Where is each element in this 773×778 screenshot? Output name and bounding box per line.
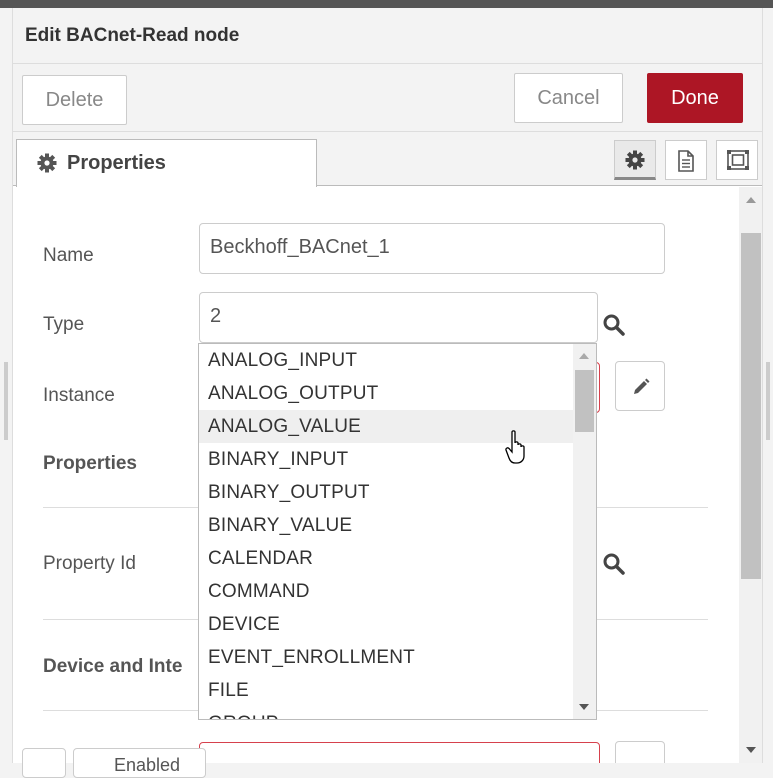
name-label: Name	[43, 245, 94, 266]
option-event-enrollment[interactable]: EVENT_ENROLLMENT	[199, 641, 573, 674]
scroll-thumb[interactable]	[741, 233, 761, 579]
panel-scrollbar[interactable]	[739, 187, 762, 763]
device-input[interactable]	[199, 742, 600, 763]
tab-bar: Properties	[13, 132, 762, 187]
option-command[interactable]: COMMAND	[199, 575, 573, 608]
type-input[interactable]: 2	[199, 292, 598, 343]
type-dropdown[interactable]: ANALOG_INPUT ANALOG_OUTPUT ANALOG_VALUE …	[198, 343, 597, 720]
scroll-down-arrow[interactable]	[746, 747, 756, 753]
option-analog-output[interactable]: ANALOG_OUTPUT	[199, 377, 573, 410]
tab-properties-label: Properties	[67, 152, 166, 174]
property-id-label: Property Id	[43, 553, 136, 574]
search-icon[interactable]	[603, 553, 625, 575]
gear-icon	[37, 153, 57, 173]
tray-header: Edit BACnet-Read node	[13, 8, 762, 64]
done-button[interactable]: Done	[647, 73, 743, 123]
instance-label: Instance	[43, 385, 115, 406]
type-label: Type	[43, 314, 85, 335]
cancel-button[interactable]: Cancel	[514, 73, 623, 123]
type-options-list: ANALOG_INPUT ANALOG_OUTPUT ANALOG_VALUE …	[199, 344, 573, 719]
enabled-label: Enabled	[114, 755, 181, 775]
option-device[interactable]: DEVICE	[199, 608, 573, 641]
option-group[interactable]: GROUP	[199, 707, 573, 719]
option-binary-value[interactable]: BINARY_VALUE	[199, 509, 573, 542]
pencil-icon	[634, 378, 650, 394]
footer-button[interactable]	[22, 748, 66, 778]
gear-icon	[625, 150, 645, 170]
hand-cursor-icon	[505, 430, 525, 464]
scroll-up-arrow[interactable]	[746, 197, 756, 203]
delete-button[interactable]: Delete	[22, 75, 127, 125]
left-resize-handle[interactable]	[4, 362, 8, 440]
dropdown-scrollbar[interactable]	[573, 344, 596, 719]
option-binary-output[interactable]: BINARY_OUTPUT	[199, 476, 573, 509]
dropdown-scroll-up-arrow[interactable]	[579, 353, 589, 359]
option-file[interactable]: FILE	[199, 674, 573, 707]
name-input[interactable]: Beckhoff_BACnet_1	[199, 223, 665, 274]
device-section-heading: Device and Inte	[43, 656, 183, 677]
instance-edit-button[interactable]	[615, 361, 665, 411]
tab-properties[interactable]: Properties	[16, 139, 317, 187]
option-calendar[interactable]: CALENDAR	[199, 542, 573, 575]
description-side-button[interactable]	[665, 140, 707, 180]
dropdown-scroll-thumb[interactable]	[575, 370, 594, 432]
appearance-side-button[interactable]	[716, 140, 758, 180]
dropdown-scroll-down-arrow[interactable]	[579, 704, 589, 710]
top-bar	[0, 0, 773, 8]
right-resize-handle[interactable]	[766, 362, 770, 440]
tray-toolbar: Delete Cancel Done	[13, 64, 762, 132]
tray-title: Edit BACnet-Read node	[25, 25, 240, 46]
enabled-toggle[interactable]: Enabled	[73, 748, 206, 778]
search-icon[interactable]	[603, 314, 625, 336]
properties-section-heading: Properties	[43, 453, 137, 474]
option-analog-input[interactable]: ANALOG_INPUT	[199, 344, 573, 377]
document-icon	[678, 150, 694, 172]
properties-side-button[interactable]	[614, 140, 656, 180]
appearance-icon	[727, 150, 749, 170]
device-edit-button[interactable]	[615, 741, 665, 763]
